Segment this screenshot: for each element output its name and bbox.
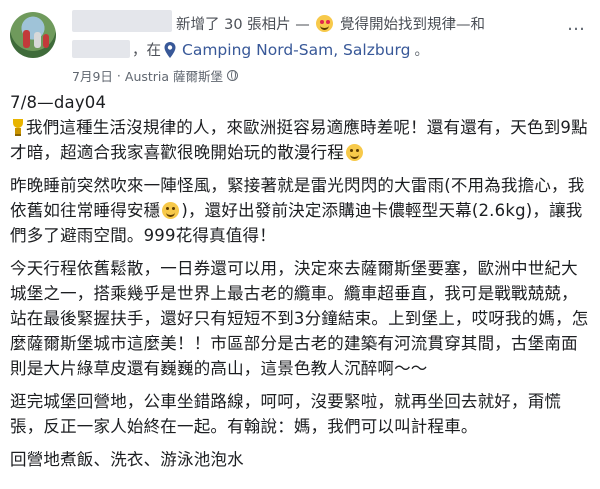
- location-pin-icon: [164, 41, 176, 58]
- tagged-name-redacted[interactable]: [72, 40, 130, 58]
- paragraph-5: 回營地煮飯、洗衣、游泳池泡水: [10, 450, 244, 469]
- smile-emoji-icon: [162, 202, 180, 219]
- post-location[interactable]: Austria 薩爾斯堡: [125, 66, 223, 85]
- trophy-emoji-icon: [10, 119, 26, 136]
- post-action-line: 新增了 30 張相片 — 覺得開始找到規律—和: [176, 13, 485, 34]
- heart-eyes-emoji-icon: [316, 15, 334, 32]
- post-title: 7/8—day04: [10, 93, 107, 112]
- paragraph-1: 我們這種生活沒規律的人，來歐洲挺容易適應時差呢！還有還有，天色到9點才暗，超適合…: [10, 118, 588, 162]
- action-text: 新增了 30 張相片 —: [176, 17, 310, 33]
- separator: ·: [116, 68, 121, 83]
- period: 。: [414, 42, 429, 59]
- post-location-line: ，在 Camping Nord-Sam, Salzburg 。: [132, 39, 428, 60]
- post-date[interactable]: 7月9日: [72, 66, 113, 85]
- author-name-redacted[interactable]: [72, 10, 172, 32]
- feeling-text: 覺得開始找到規律—和: [340, 17, 485, 33]
- post-header: 新增了 30 張相片 — 覺得開始找到規律—和 ，在 Camping Nord-…: [0, 0, 600, 88]
- more-options-icon[interactable]: …: [567, 14, 586, 35]
- at-text: ，在: [132, 43, 161, 59]
- globe-icon[interactable]: [227, 70, 239, 81]
- paragraph-4: 逛完城堡回營地，公車坐錯路線，呵呵，沒要緊啦，就再坐回去就好，甭慌張，反正一家人…: [10, 392, 562, 436]
- place-link[interactable]: Camping Nord-Sam, Salzburg: [182, 41, 410, 59]
- post-body: 7/8—day04 我們這種生活沒規律的人，來歐洲挺容易適應時差呢！還有還有，天…: [10, 90, 590, 480]
- paragraph-3: 今天行程依舊鬆散，一日券還可以用，決定來去薩爾斯堡要塞，歐洲中世紀大城堡之一，搭…: [10, 259, 589, 378]
- post-meta: 7月9日 · Austria 薩爾斯堡: [72, 66, 239, 85]
- avatar[interactable]: [10, 12, 56, 58]
- grin-emoji-icon: [346, 144, 363, 161]
- paragraph-2: 昨晚睡前突然吹來一陣怪風，緊接著就是雷光閃閃的大雷雨(不用為我擔心，我依舊如往常…: [10, 176, 585, 245]
